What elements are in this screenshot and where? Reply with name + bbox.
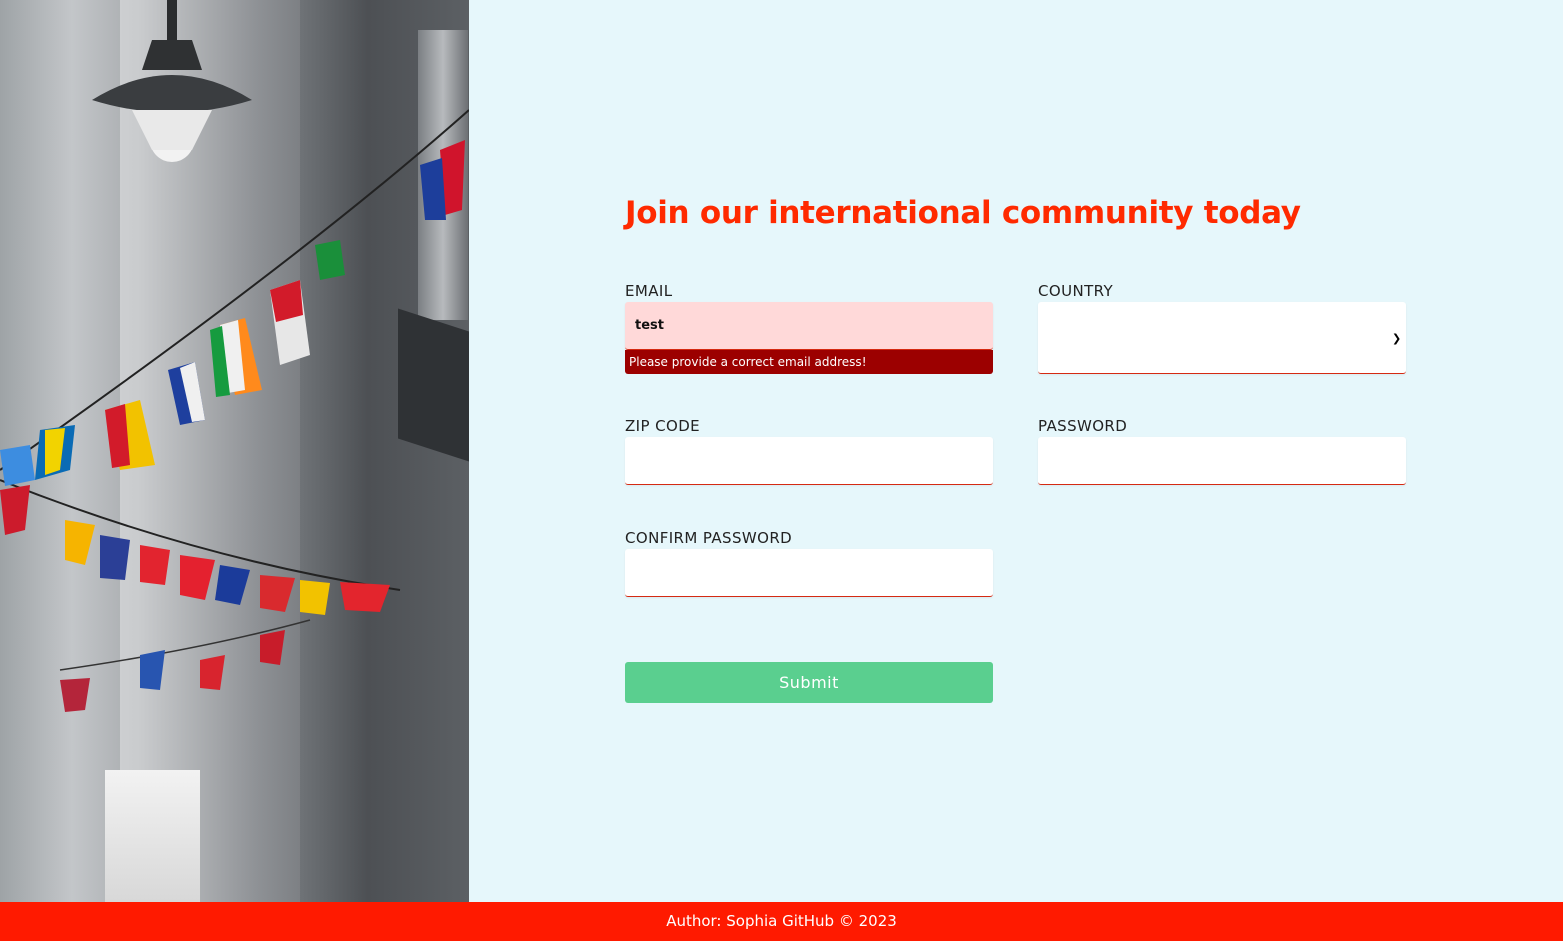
email-error-message: Please provide a correct email address! [625,350,993,374]
password-label: PASSWORD [1038,417,1128,435]
bunting-flags-icon [0,109,469,712]
password-field[interactable] [1038,437,1406,485]
country-label: COUNTRY [1038,282,1114,300]
signup-form: Join our international community today E… [625,195,1415,703]
hero-photo [0,0,469,902]
confirm-password-field-group: CONFIRM PASSWORD [625,528,993,597]
zip-label: ZIP CODE [625,417,701,435]
password-field-group: PASSWORD [1038,416,1406,485]
footer: Author: Sophia GitHub © 2023 [0,902,1563,941]
email-field[interactable] [625,302,993,350]
zip-field-group: ZIP CODE [625,416,993,485]
footer-author-text: Author: Sophia GitHub © 2023 [666,912,897,930]
email-field-group: EMAIL Please provide a correct email add… [625,281,993,374]
email-label: EMAIL [625,282,673,300]
confirm-password-field[interactable] [625,549,993,597]
confirm-password-label: CONFIRM PASSWORD [625,529,793,547]
country-select[interactable]: ❯ [1038,302,1406,374]
page-title: Join our international community today [625,195,1301,231]
submit-button[interactable]: Submit [625,662,993,703]
chevron-down-icon: ❯ [1392,332,1402,345]
country-field-group: COUNTRY ❯ [1038,281,1406,374]
zip-code-field[interactable] [625,437,993,485]
